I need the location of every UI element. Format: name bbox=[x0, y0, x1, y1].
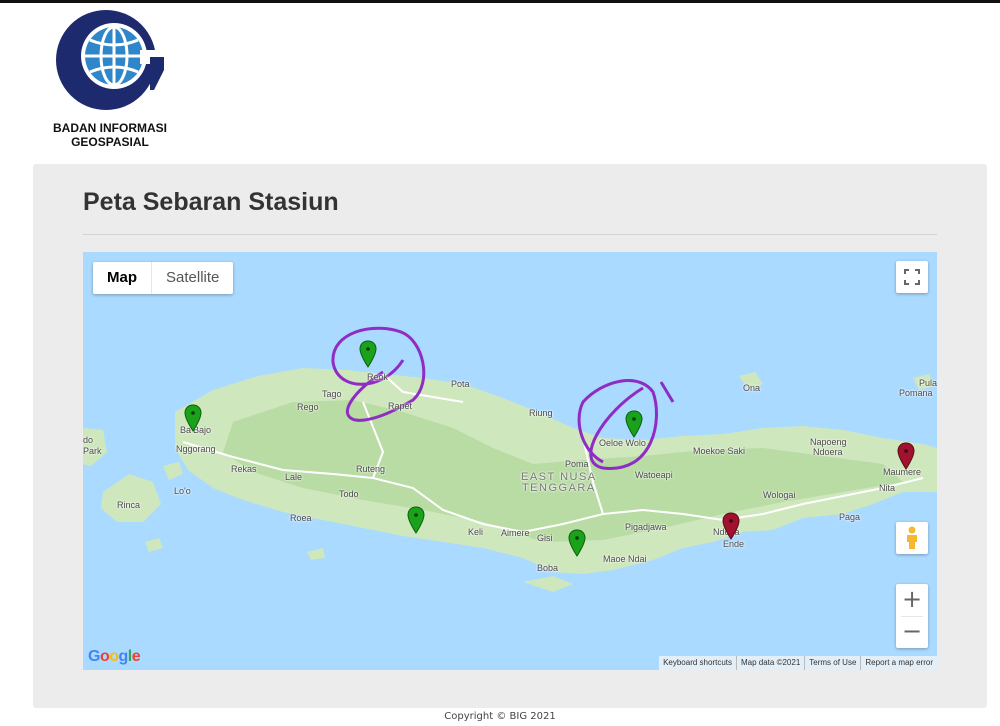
keyboard-shortcuts-link[interactable]: Keyboard shortcuts bbox=[659, 656, 736, 670]
label-keli: Keli bbox=[468, 527, 484, 537]
reok-station-pin[interactable] bbox=[359, 340, 377, 368]
label-pigadjawa: Pigadjawa bbox=[625, 522, 667, 532]
terms-of-use-link[interactable]: Terms of Use bbox=[804, 656, 860, 670]
google-logo[interactable]: Google bbox=[88, 648, 141, 666]
label-ndoera: Ndoera bbox=[813, 447, 843, 457]
label-region: EAST NUSA TENGGARA bbox=[521, 472, 597, 494]
label-rinca: Rinca bbox=[117, 500, 141, 510]
maumere-station-pin[interactable] bbox=[897, 442, 915, 470]
label-komodo-park: Park bbox=[83, 446, 102, 456]
label-ende: Ende bbox=[723, 539, 745, 549]
station-map[interactable]: Reok Pota Tago Rego Rapet Ba Bajo Nggora… bbox=[83, 252, 937, 670]
label-oeloe-wolo: Oeloe Wolo bbox=[599, 438, 646, 448]
label-napoeng: Napoeng bbox=[810, 437, 847, 447]
map-type-satellite-button[interactable]: Satellite bbox=[152, 262, 233, 294]
map-type-control: Map Satellite bbox=[93, 262, 234, 294]
zoom-control: + − bbox=[896, 584, 928, 648]
org-logo: BADAN INFORMASI GEOSPASIAL bbox=[44, 10, 184, 152]
boba-island-shape bbox=[523, 576, 573, 592]
label-komodo-do: do bbox=[83, 435, 94, 445]
small-island-2 bbox=[145, 538, 163, 552]
report-map-error-link[interactable]: Report a map error bbox=[860, 656, 937, 670]
label-aimere: Aimere bbox=[501, 528, 530, 538]
label-reok: Reok bbox=[367, 372, 389, 382]
aimere-station-pin[interactable] bbox=[568, 529, 586, 557]
label-loo: Lo'o bbox=[174, 486, 191, 496]
map-data-text: Map data ©2021 bbox=[736, 656, 804, 670]
org-name-line1: BADAN INFORMASI bbox=[53, 121, 167, 135]
label-lale: Lale bbox=[285, 472, 303, 482]
label-gisi: Gisi bbox=[537, 533, 553, 543]
label-pomana: Pomana bbox=[899, 388, 933, 398]
map-attribution: Keyboard shortcuts Map data ©2021 Terms … bbox=[659, 656, 937, 670]
label-maoe-ndai: Maoe Ndai bbox=[603, 554, 647, 564]
ende-station-pin[interactable] bbox=[722, 512, 740, 540]
title-divider bbox=[83, 234, 937, 235]
south-islet bbox=[307, 548, 325, 560]
label-ona: Ona bbox=[743, 383, 761, 393]
street-view-button[interactable] bbox=[896, 522, 928, 554]
label-pota: Pota bbox=[451, 379, 470, 389]
label-region-line2: TENGGARA bbox=[521, 482, 596, 494]
label-rekas: Rekas bbox=[231, 464, 257, 474]
label-wologai: Wologai bbox=[763, 490, 796, 500]
label-moekoe-saki: Moekoe Saki bbox=[693, 446, 746, 456]
top-border bbox=[0, 0, 1000, 3]
pegman-icon bbox=[907, 526, 917, 549]
label-watoeapi: Watoeapi bbox=[635, 470, 673, 480]
label-riung: Riung bbox=[529, 408, 553, 418]
zoom-out-button[interactable]: − bbox=[896, 616, 928, 648]
station-map-panel: Peta Sebaran Stasiun Reok Pota Tago Rego… bbox=[33, 164, 987, 708]
map-basemap[interactable] bbox=[83, 252, 937, 670]
fullscreen-button[interactable] bbox=[896, 261, 928, 293]
label-boba: Boba bbox=[537, 563, 559, 573]
label-tago: Tago bbox=[322, 389, 342, 399]
label-rapet: Rapet bbox=[388, 401, 413, 411]
label-paga: Paga bbox=[839, 512, 861, 522]
label-rego: Rego bbox=[297, 402, 319, 412]
org-name-line2: GEOSPASIAL bbox=[71, 135, 149, 149]
label-roea: Roea bbox=[290, 513, 312, 523]
label-poma: Poma bbox=[565, 459, 589, 469]
footer-copyright: Copyright © BIG 2021 bbox=[444, 711, 556, 722]
page-title: Peta Sebaran Stasiun bbox=[83, 188, 339, 216]
labuan-bajo-station-pin[interactable] bbox=[184, 404, 202, 432]
map-type-map-button[interactable]: Map bbox=[93, 262, 151, 294]
zoom-in-button[interactable]: + bbox=[896, 584, 928, 616]
small-island-1 bbox=[163, 462, 183, 480]
org-name: BADAN INFORMASI GEOSPASIAL bbox=[44, 121, 176, 149]
globe-logo-icon bbox=[56, 10, 164, 110]
label-pula: Pula bbox=[919, 378, 937, 388]
label-ruteng: Ruteng bbox=[356, 464, 386, 474]
label-todo: Todo bbox=[339, 489, 359, 499]
fullscreen-icon bbox=[904, 269, 920, 285]
rinca-island-shape bbox=[101, 474, 161, 522]
riung-station-pin[interactable] bbox=[625, 410, 643, 438]
label-nggorang: Nggorang bbox=[176, 444, 216, 454]
label-nita: Nita bbox=[879, 483, 896, 493]
roea-coast-station-pin[interactable] bbox=[407, 506, 425, 534]
